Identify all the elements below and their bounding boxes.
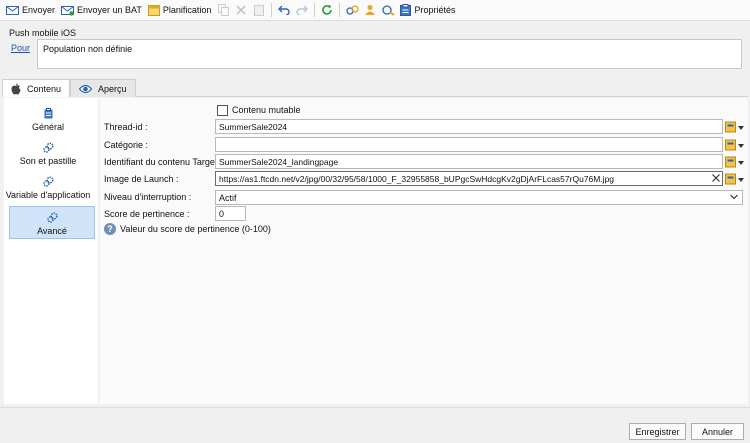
insert-field-icon: [725, 173, 744, 185]
interruption-select[interactable]: Actif: [215, 190, 743, 205]
insert-field-icon: [725, 156, 744, 168]
clear-icon[interactable]: [711, 173, 721, 184]
category-label: Catégorie :: [104, 140, 149, 150]
calendar-icon: [147, 5, 160, 16]
cut-icon[interactable]: [233, 2, 249, 18]
sidebar-item-label: Avancé: [37, 226, 67, 236]
interruption-label: Niveau d'interruption :: [104, 192, 192, 202]
insert-field-icon: [725, 121, 744, 133]
mutable-content-label: Contenu mutable: [232, 105, 301, 115]
clipboard-icon: [44, 107, 52, 118]
sidebar-item-label: Variable d'application: [5, 190, 91, 200]
target-id-personalization-button[interactable]: [725, 155, 745, 169]
properties-button[interactable]: Propriétés: [397, 1, 458, 19]
interruption-value: Actif: [219, 193, 237, 203]
send-bat-button[interactable]: Envoyer un BAT: [58, 1, 145, 19]
gears-icon: [46, 211, 58, 223]
send-bat-label: Envoyer un BAT: [77, 5, 142, 15]
toolbar-separator: [271, 3, 273, 17]
send-button[interactable]: Envoyer: [3, 1, 58, 19]
send-label: Envoyer: [22, 5, 56, 15]
gears-icon: [42, 175, 54, 187]
schedule-label: Planification: [162, 5, 212, 15]
link-icon[interactable]: [344, 2, 360, 18]
section-title: Push mobile iOS: [9, 28, 77, 38]
toolbar-separator: [314, 3, 316, 17]
tab-bar: Contenu Aperçu: [2, 79, 136, 97]
cancel-button[interactable]: Annuler: [691, 423, 744, 440]
toolbar-separator: [339, 3, 341, 17]
population-text: Population non définie: [43, 44, 133, 54]
launch-image-personalization-button[interactable]: [725, 172, 745, 186]
sidebar-item-variable-application[interactable]: Variable d'application: [5, 174, 91, 206]
launch-image-input[interactable]: https://as1.ftcdn.net/v2/jpg/00/32/95/58…: [215, 171, 723, 186]
chevron-down-icon: [730, 194, 738, 200]
undo-icon[interactable]: [276, 2, 292, 18]
gears-icon: [42, 141, 54, 153]
sidebar-item-label: Son et pastille: [19, 156, 77, 166]
save-button[interactable]: Enregistrer: [629, 423, 686, 440]
schedule-button[interactable]: Planification: [145, 1, 215, 19]
thread-id-personalization-button[interactable]: [725, 120, 745, 134]
category-personalization-button[interactable]: [725, 138, 745, 152]
envelope-icon: [6, 5, 19, 15]
sidebar-item-label: Général: [31, 122, 65, 132]
thread-id-input[interactable]: SummerSale2024: [215, 119, 723, 134]
envelope-check-icon: [61, 5, 75, 16]
tab-apercu-label: Aperçu: [98, 83, 127, 94]
properties-label: Propriétés: [414, 5, 456, 15]
relevance-help-text: Valeur du score de pertinence (0-100): [120, 224, 271, 234]
thread-id-label: Thread-id :: [104, 122, 148, 132]
clipboard-icon: [400, 4, 412, 16]
toolbar: Envoyer Envoyer un BAT Planification Pro…: [0, 0, 750, 21]
relevance-label: Score de pertinence :: [104, 209, 190, 219]
tab-apercu[interactable]: Aperçu: [70, 79, 136, 97]
sidebar-item-general[interactable]: Général: [5, 106, 91, 138]
category-input[interactable]: [215, 137, 723, 152]
refresh-icon[interactable]: [319, 2, 335, 18]
population-field[interactable]: Population non définie: [37, 39, 742, 69]
sidebar-item-avance[interactable]: Avancé: [9, 206, 95, 239]
tab-contenu-label: Contenu: [27, 83, 62, 94]
target-id-input[interactable]: SummerSale2024_landingpage: [215, 154, 723, 169]
apple-icon: [11, 83, 21, 94]
copy-icon[interactable]: [215, 2, 231, 18]
relevance-input[interactable]: 0: [215, 206, 246, 221]
eye-icon: [79, 84, 93, 93]
personalization-icon[interactable]: [362, 2, 378, 18]
help-icon: ?: [104, 223, 116, 235]
tracking-icon[interactable]: [380, 2, 396, 18]
pour-link[interactable]: Pour: [11, 43, 30, 53]
mutable-content-checkbox[interactable]: [217, 105, 228, 116]
sidebar-item-son-pastille[interactable]: Son et pastille: [5, 140, 91, 172]
paste-icon[interactable]: [251, 2, 267, 18]
tab-contenu[interactable]: Contenu: [2, 79, 71, 97]
redo-icon[interactable]: [294, 2, 310, 18]
launch-image-label: Image de Launch :: [104, 174, 179, 184]
insert-field-icon: [725, 139, 744, 151]
target-id-label: Identifiant du contenu Target :: [104, 157, 223, 167]
